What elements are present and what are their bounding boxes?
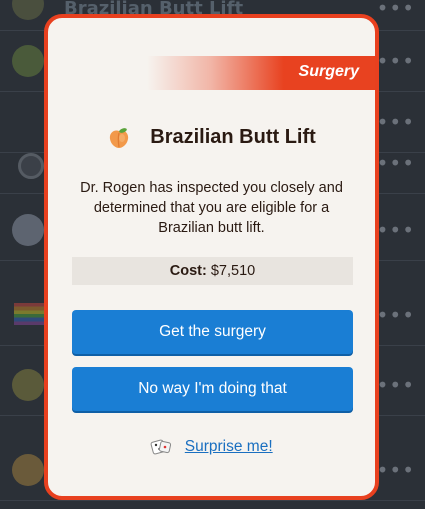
rainbow-flag-icon — [14, 303, 44, 325]
avatar — [12, 454, 44, 486]
cost-bar: Cost: $7,510 — [72, 257, 353, 285]
cost-value: $7,510 — [210, 263, 256, 279]
avatar — [18, 153, 44, 179]
avatar — [12, 214, 44, 246]
get-surgery-button[interactable]: Get the surgery — [72, 310, 353, 354]
modal-header: Brazilian Butt Lift — [48, 126, 375, 149]
more-icon: ••• — [376, 0, 415, 20]
more-icon: ••• — [376, 458, 415, 482]
more-icon: ••• — [376, 373, 415, 397]
cost-label: Cost: — [169, 263, 207, 279]
avatar — [12, 45, 44, 77]
modal-description: Dr. Rogen has inspected you closely and … — [80, 180, 343, 236]
avatar — [12, 0, 44, 20]
dice-icon — [150, 436, 172, 458]
surprise-row: Surprise me! — [48, 436, 375, 458]
more-icon: ••• — [376, 110, 415, 134]
decline-button[interactable]: No way I'm doing that — [72, 367, 353, 411]
more-icon: ••• — [376, 218, 415, 242]
category-label: Surgery — [298, 63, 359, 80]
more-icon: ••• — [376, 303, 415, 327]
modal-title: Brazilian Butt Lift — [150, 126, 316, 148]
more-icon: ••• — [376, 49, 415, 73]
avatar — [12, 369, 44, 401]
surprise-me-link[interactable]: Surprise me! — [185, 438, 273, 455]
category-banner: Surgery — [147, 56, 375, 90]
surgery-modal: Surgery Brazilian Butt Lift Dr. Rogen ha… — [44, 14, 379, 500]
peach-icon — [107, 127, 131, 149]
more-icon: ••• — [376, 151, 415, 175]
